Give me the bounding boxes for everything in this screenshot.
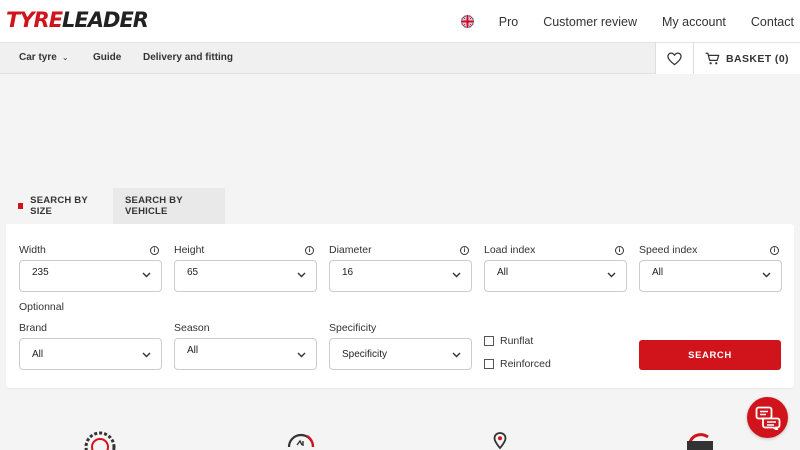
chat-button[interactable]: [747, 397, 788, 438]
season-value: All: [187, 345, 199, 356]
specificity-label: Specificity: [329, 322, 377, 334]
speed-index-select[interactable]: All: [639, 260, 782, 292]
cart-icon: [705, 52, 720, 65]
load-index-label: Load index: [484, 244, 536, 256]
runflat-label: Runflat: [500, 335, 534, 347]
specificity-value: Specificity: [342, 349, 388, 360]
chevron-down-icon: [142, 352, 151, 358]
checkbox-box[interactable]: [484, 359, 494, 369]
link-pro[interactable]: Pro: [499, 15, 518, 29]
tyre-icon: [84, 431, 116, 450]
specificity-select[interactable]: Specificity: [329, 338, 472, 370]
info-icon[interactable]: i: [305, 246, 314, 255]
optional-heading: Optionnal: [19, 301, 64, 313]
speed-index-value: All: [652, 267, 664, 278]
wishlist-button[interactable]: [655, 43, 694, 74]
width-label: Width: [19, 244, 46, 256]
wallet-icon: [687, 433, 713, 450]
diameter-value: 16: [342, 267, 354, 278]
top-header: TYRELEADER Pro Customer review My accoun…: [0, 0, 800, 43]
chevron-down-icon: [607, 272, 616, 278]
uk-flag-icon[interactable]: [460, 15, 474, 28]
nav-guide[interactable]: Guide: [93, 52, 121, 63]
basket-count: (0): [774, 52, 789, 65]
diameter-select[interactable]: 16: [329, 260, 472, 292]
info-icon[interactable]: i: [460, 246, 469, 255]
reinforced-label: Reinforced: [500, 358, 551, 370]
basket-label: BASKET: [726, 52, 772, 65]
chevron-down-icon: [452, 352, 461, 358]
info-icon[interactable]: i: [150, 246, 159, 255]
location-pin-icon: [493, 432, 507, 450]
chevron-down-icon: [297, 272, 306, 278]
checkbox-box[interactable]: [484, 336, 494, 346]
info-icon[interactable]: i: [615, 246, 624, 255]
chevron-down-icon: [452, 272, 461, 278]
brand-value: All: [32, 349, 44, 360]
season-select[interactable]: All: [174, 338, 317, 370]
reinforced-checkbox[interactable]: Reinforced: [484, 358, 551, 370]
info-icon[interactable]: i: [770, 246, 779, 255]
brand-label: Brand: [19, 322, 48, 334]
heart-icon: [667, 51, 682, 65]
chevron-down-icon: [762, 272, 771, 278]
link-my-account[interactable]: My account: [662, 15, 726, 29]
nav-delivery-fitting[interactable]: Delivery and fitting: [143, 52, 233, 63]
brand-select[interactable]: All: [19, 338, 162, 370]
speed-index-label: Speed index: [639, 244, 698, 256]
top-links: Pro Customer review My account Contact: [460, 0, 794, 43]
site-logo[interactable]: TYRELEADER: [6, 8, 149, 32]
tab-search-by-vehicle[interactable]: SEARCH BY VEHICLE: [113, 188, 225, 224]
chat-icon: [755, 406, 780, 430]
runflat-checkbox[interactable]: Runflat: [484, 335, 533, 347]
height-value: 65: [187, 267, 199, 278]
link-contact[interactable]: Contact: [751, 15, 794, 29]
active-indicator: [18, 203, 24, 209]
search-tabs: SEARCH BY SIZE SEARCH BY VEHICLE: [6, 188, 225, 224]
chevron-down-icon: ⌄: [61, 53, 69, 62]
width-value: 235: [32, 267, 49, 278]
main-nav: Car tyre ⌄ Guide Delivery and fitting BAS…: [0, 43, 800, 74]
link-customer-review[interactable]: Customer review: [543, 15, 637, 29]
clock-24-icon: [287, 433, 315, 448]
diameter-label: Diameter: [329, 244, 372, 256]
height-select[interactable]: 65: [174, 260, 317, 292]
basket-button[interactable]: BASKET (0): [694, 43, 800, 74]
load-index-value: All: [497, 267, 509, 278]
nav-car-tyre[interactable]: Car tyre ⌄: [19, 52, 69, 63]
search-button[interactable]: SEARCH: [639, 340, 781, 370]
chevron-down-icon: [142, 272, 151, 278]
width-select[interactable]: 235: [19, 260, 162, 292]
season-label: Season: [174, 322, 210, 334]
height-label: Height: [174, 244, 205, 256]
load-index-select[interactable]: All: [484, 260, 627, 292]
chevron-down-icon: [297, 352, 306, 358]
search-panel: Width i Height i Diameter i Load index i…: [6, 224, 794, 388]
tab-search-by-size[interactable]: SEARCH BY SIZE: [6, 188, 113, 224]
